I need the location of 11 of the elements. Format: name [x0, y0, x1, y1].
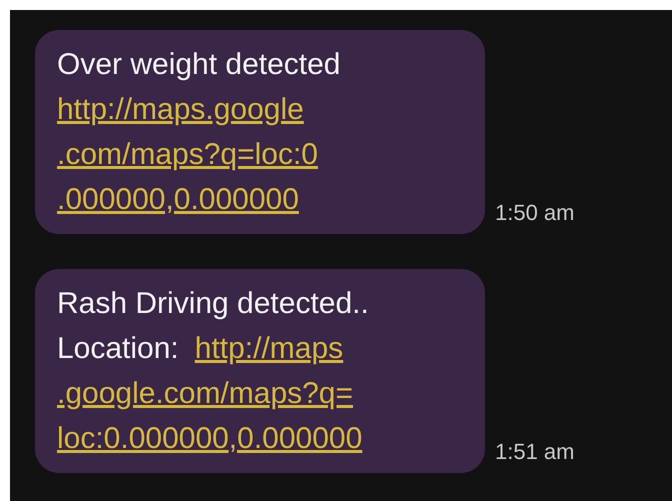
message-text: Rash Driving detected.. [57, 286, 369, 320]
map-link[interactable]: http://maps [194, 332, 344, 366]
map-link[interactable]: loc:0.000000,0.000000 [57, 422, 362, 456]
message-time: 1:51 am [495, 439, 574, 466]
message-text: Over weight detected [57, 48, 340, 82]
message-text: Location: [57, 332, 179, 366]
map-link[interactable]: http://maps.google [57, 92, 304, 126]
map-link[interactable]: .000000,0.000000 [57, 182, 299, 216]
map-link[interactable]: .com/maps?q=loc:0 [57, 138, 318, 172]
message-time: 1:50 am [495, 200, 574, 227]
map-link[interactable]: .google.com/maps?q= [57, 376, 354, 410]
